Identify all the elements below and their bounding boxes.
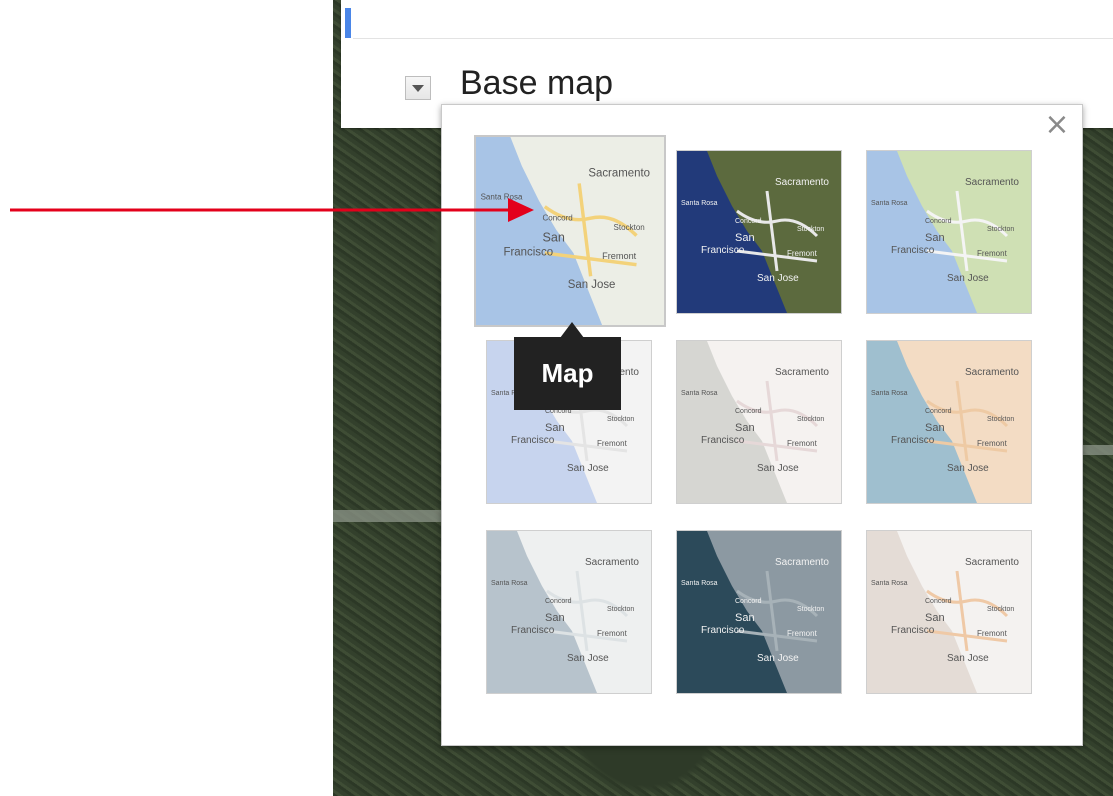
city-label: Fremont (597, 439, 628, 448)
city-label: Sacramento (588, 167, 650, 179)
map-thumbnail: SacramentoSanta RosaConcordStocktonSanFr… (867, 531, 1031, 693)
base-map-option-desert[interactable]: Sacramento Santa Rosa Concord Stockton San Fr… (866, 340, 1032, 504)
city-label: Santa Rosa (871, 580, 908, 587)
city-label: San (925, 232, 945, 244)
tooltip-pointer (560, 322, 584, 338)
base-map-option-dark-slate[interactable]: Sacramento Santa Rosa Concord Stockton San Fr… (676, 530, 842, 694)
city-label: San Jose (947, 653, 989, 664)
city-label: Sacramento (965, 177, 1019, 188)
city-label: Fremont (977, 439, 1008, 448)
city-label: San (925, 422, 945, 434)
map-thumbnail: SacramentoSanta RosaConcordStocktonSanFr… (487, 531, 651, 693)
city-label: Santa Rosa (681, 580, 718, 587)
satellite-road (1080, 445, 1113, 455)
satellite-road (333, 510, 443, 522)
base-map-option-map[interactable]: Sacramento Santa Rosa Concord Stockton San Fr… (474, 135, 666, 327)
city-label: San Jose (568, 279, 616, 291)
city-label: Francisco (891, 435, 935, 446)
panel-divider (353, 38, 1113, 39)
city-label: Francisco (504, 246, 554, 258)
base-map-option-grayscale[interactable]: Sacramento Santa Rosa Concord Stockton San Fr… (676, 340, 842, 504)
map-thumbnail: SacramentoSanta RosaConcordStocktonSanFr… (677, 531, 841, 693)
city-label: Concord (735, 408, 762, 415)
city-label: San (735, 232, 755, 244)
city-label: Sacramento (965, 557, 1019, 568)
map-thumbnail: SacramentoSanta RosaConcordStocktonSanFr… (677, 151, 841, 313)
map-thumbnail: SacramentoSanta RosaConcordStocktonSanFr… (476, 137, 664, 325)
city-label: Santa Rosa (871, 390, 908, 397)
map-thumbnail: SacramentoSanta RosaConcordStocktonSanFr… (867, 151, 1031, 313)
city-label: San Jose (567, 463, 609, 474)
triangle-down-icon (412, 84, 424, 92)
city-label: Stockton (607, 416, 634, 423)
base-map-title: Base map (460, 64, 614, 102)
city-label: Francisco (701, 625, 745, 636)
city-label: Sacramento (775, 367, 829, 378)
city-label: Fremont (787, 629, 818, 638)
city-label: Stockton (987, 416, 1014, 423)
base-map-option-blue-gray[interactable]: Sacramento Santa Rosa Concord Stockton San Fr… (486, 530, 652, 694)
base-map-collapse-button[interactable] (405, 76, 431, 100)
city-label: Stockton (797, 606, 824, 613)
city-label: Santa Rosa (681, 390, 718, 397)
city-label: Concord (735, 218, 762, 225)
city-label: Concord (542, 214, 572, 223)
city-label: Stockton (607, 606, 634, 613)
city-label: Stockton (987, 226, 1014, 233)
city-label: Sacramento (775, 177, 829, 188)
city-label: San Jose (567, 653, 609, 664)
base-map-option-terrain[interactable]: Sacramento Santa Rosa Concord Stockton San Fr… (866, 150, 1032, 314)
city-label: Stockton (797, 226, 824, 233)
city-label: Concord (925, 598, 952, 605)
style-tooltip: Map (514, 337, 621, 410)
city-label: Francisco (891, 245, 935, 256)
city-label: Santa Rosa (681, 200, 718, 207)
city-label: Fremont (787, 439, 818, 448)
city-label: Sacramento (585, 557, 639, 568)
city-label: Fremont (597, 629, 628, 638)
city-label: Concord (735, 598, 762, 605)
city-label: Stockton (614, 223, 645, 232)
base-map-option-light-tan[interactable]: Sacramento Santa Rosa Concord Stockton San Fr… (866, 530, 1032, 694)
city-label: Fremont (977, 629, 1008, 638)
city-label: San (545, 422, 565, 434)
city-label: Fremont (602, 251, 637, 261)
city-label: San Jose (947, 273, 989, 284)
city-label: San Jose (947, 463, 989, 474)
city-label: San (735, 612, 755, 624)
city-label: Stockton (987, 606, 1014, 613)
city-label: San Jose (757, 653, 799, 664)
panel-accent-bar (345, 8, 351, 38)
city-label: San (545, 612, 565, 624)
city-label: San (542, 230, 564, 244)
city-label: Francisco (701, 435, 745, 446)
city-label: Francisco (701, 245, 745, 256)
city-label: Francisco (511, 625, 555, 636)
city-label: Concord (925, 218, 952, 225)
city-label: Francisco (511, 435, 555, 446)
annotation-arrow (10, 198, 534, 222)
city-label: Santa Rosa (871, 200, 908, 207)
city-label: Stockton (797, 416, 824, 423)
city-label: San (925, 612, 945, 624)
map-thumbnail: SacramentoSanta RosaConcordStocktonSanFr… (867, 341, 1031, 503)
city-label: Francisco (891, 625, 935, 636)
annotation-arrow-head (508, 198, 534, 222)
city-label: Santa Rosa (491, 580, 528, 587)
close-icon[interactable]: × (1042, 110, 1072, 140)
city-label: San (735, 422, 755, 434)
city-label: Sacramento (965, 367, 1019, 378)
city-label: Concord (925, 408, 952, 415)
city-label: Fremont (787, 249, 818, 258)
base-map-option-satellite[interactable]: Sacramento Santa Rosa Concord Stockton San Fr… (676, 150, 842, 314)
map-thumbnail: SacramentoSanta RosaConcordStocktonSanFr… (677, 341, 841, 503)
city-label: San Jose (757, 463, 799, 474)
city-label: Fremont (977, 249, 1008, 258)
city-label: San Jose (757, 273, 799, 284)
city-label: Concord (545, 598, 572, 605)
city-label: Sacramento (775, 557, 829, 568)
